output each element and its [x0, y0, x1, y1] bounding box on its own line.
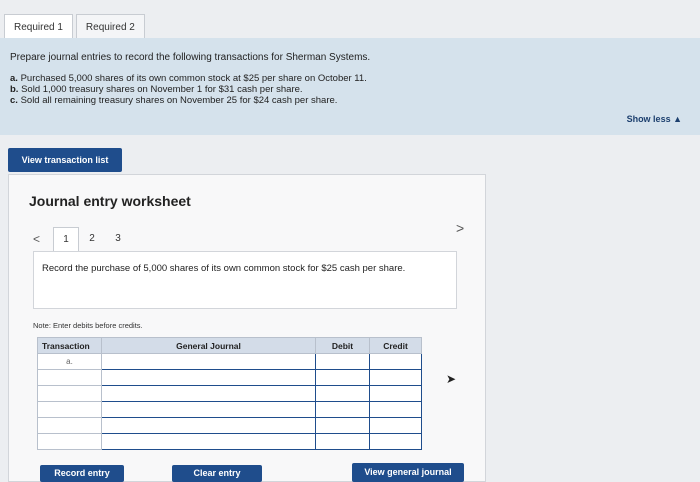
record-instruction-box: Record the purchase of 5,000 shares of i…: [33, 251, 457, 309]
tab-required-2[interactable]: Required 2: [75, 14, 145, 40]
transaction-cell: [37, 401, 102, 418]
item-text: Purchased 5,000 shares of its own common…: [20, 73, 367, 84]
next-page-icon[interactable]: >: [456, 220, 464, 236]
worksheet-title: Journal entry worksheet: [29, 193, 191, 209]
table-row: [37, 385, 422, 402]
clear-entry-button[interactable]: Clear entry: [172, 465, 262, 482]
tab-required-1[interactable]: Required 1: [4, 14, 73, 40]
journal-table: Transaction General Journal Debit Credit…: [37, 337, 422, 450]
item-letter: b.: [10, 84, 19, 95]
credit-input[interactable]: [369, 401, 422, 418]
item-text: Sold all remaining treasury shares on No…: [20, 95, 338, 106]
view-transaction-list-button[interactable]: View transaction list: [8, 148, 122, 172]
debit-input[interactable]: [315, 353, 370, 370]
requirement-tabs: Required 1 Required 2: [4, 14, 148, 40]
col-header-credit: Credit: [369, 337, 422, 354]
account-input[interactable]: [101, 433, 316, 450]
credit-input[interactable]: [369, 369, 422, 386]
debit-input[interactable]: [315, 369, 370, 386]
table-row: [37, 401, 422, 418]
instructions-panel: Prepare journal entries to record the fo…: [0, 38, 700, 135]
transaction-cell: a.: [37, 353, 102, 370]
col-header-general-journal: General Journal: [101, 337, 316, 354]
transaction-cell: [37, 385, 102, 402]
debit-input[interactable]: [315, 401, 370, 418]
debit-input[interactable]: [315, 417, 370, 434]
col-header-debit: Debit: [315, 337, 370, 354]
instruction-item-c: c. Sold all remaining treasury shares on…: [10, 95, 690, 106]
transaction-cell: [37, 417, 102, 434]
instruction-item-a: a. Purchased 5,000 shares of its own com…: [10, 73, 690, 84]
instructions-prompt: Prepare journal entries to record the fo…: [10, 52, 371, 63]
table-row: a.: [37, 353, 422, 370]
worksheet-pager: < 1 2 3: [33, 227, 131, 251]
item-letter: c.: [10, 95, 18, 106]
transaction-cell: [37, 369, 102, 386]
transaction-cell: [37, 433, 102, 450]
credit-input[interactable]: [369, 385, 422, 402]
prev-page-icon[interactable]: <: [33, 232, 53, 246]
account-input[interactable]: [101, 385, 316, 402]
debits-note: Note: Enter debits before credits.: [33, 321, 143, 330]
show-less-link[interactable]: Show less ▲: [627, 114, 682, 124]
view-general-journal-button[interactable]: View general journal: [352, 463, 464, 482]
debit-input[interactable]: [315, 385, 370, 402]
account-input[interactable]: [101, 401, 316, 418]
record-instruction-text: Record the purchase of 5,000 shares of i…: [42, 263, 406, 274]
account-input[interactable]: [101, 417, 316, 434]
table-row: [37, 369, 422, 386]
account-input[interactable]: [101, 369, 316, 386]
credit-input[interactable]: [369, 417, 422, 434]
mouse-cursor-icon: ➤: [446, 372, 457, 386]
credit-input[interactable]: [369, 433, 422, 450]
record-entry-button[interactable]: Record entry: [40, 465, 124, 482]
page-tab-2[interactable]: 2: [79, 227, 105, 251]
col-header-transaction: Transaction: [37, 337, 102, 354]
instruction-item-b: b. Sold 1,000 treasury shares on Novembe…: [10, 84, 690, 95]
journal-entry-worksheet: Journal entry worksheet < 1 2 3 Record t…: [8, 174, 486, 482]
debit-input[interactable]: [315, 433, 370, 450]
table-row: [37, 417, 422, 434]
table-row: [37, 433, 422, 450]
page-tab-1[interactable]: 1: [53, 227, 79, 251]
page-tab-3[interactable]: 3: [105, 227, 131, 251]
item-text: Sold 1,000 treasury shares on November 1…: [21, 84, 303, 95]
credit-input[interactable]: [369, 353, 422, 370]
account-input[interactable]: [101, 353, 316, 370]
item-letter: a.: [10, 73, 18, 84]
